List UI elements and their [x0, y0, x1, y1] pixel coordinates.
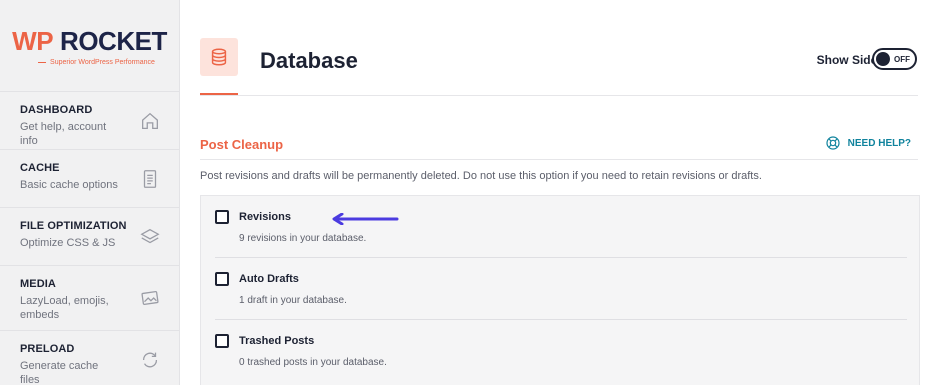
divider	[200, 159, 918, 160]
option-auto-drafts[interactable]: Auto Drafts 1 draft in your database.	[215, 258, 907, 320]
sidebar-item-preload[interactable]: PRELOAD Generate cache files	[0, 331, 179, 385]
logo-tagline: Superior WordPress Performance	[38, 59, 155, 66]
auto-drafts-checkbox[interactable]	[215, 272, 229, 286]
refresh-icon	[139, 349, 161, 371]
option-label: Trashed Posts	[239, 335, 315, 347]
option-description: 0 trashed posts in your database.	[239, 357, 387, 368]
logo[interactable]: WP ROCKET Superior WordPress Performance	[0, 0, 179, 92]
page-header: Database Show Sidebar OFF	[180, 0, 941, 96]
sidebar-item-media[interactable]: MEDIA LazyLoad, emojis, embeds	[0, 266, 179, 331]
option-revisions[interactable]: Revisions 9 revisions in your database.	[215, 196, 907, 258]
sidebar-item-desc: Get help, account info	[20, 121, 107, 147]
database-icon	[200, 38, 238, 76]
option-description: 9 revisions in your database.	[239, 233, 367, 244]
sidebar-item-dashboard[interactable]: DASHBOARD Get help, account info	[0, 92, 179, 150]
option-description: 1 draft in your database.	[239, 295, 347, 306]
need-help-label: NEED HELP?	[847, 137, 911, 149]
show-sidebar-toggle[interactable]: OFF	[872, 48, 917, 70]
logo-wordmark: WP ROCKET	[12, 26, 167, 57]
sidebar-item-file-optimization[interactable]: FILE OPTIMIZATION Optimize CSS & JS	[0, 208, 179, 266]
logo-tagline-text: Superior WordPress Performance	[50, 58, 155, 66]
sidebar-item-desc: Optimize CSS & JS	[20, 237, 116, 249]
option-label: Revisions	[239, 211, 291, 223]
option-trashed-posts[interactable]: Trashed Posts 0 trashed posts in your da…	[215, 320, 907, 382]
sidebar: WP ROCKET Superior WordPress Performance…	[0, 0, 180, 385]
trashed-posts-checkbox[interactable]	[215, 334, 229, 348]
need-help-link[interactable]: NEED HELP?	[825, 135, 911, 151]
home-icon	[139, 110, 161, 132]
logo-wp: WP	[12, 25, 54, 56]
arrow-left-icon	[332, 213, 399, 225]
page-title: Database	[260, 48, 358, 73]
option-label: Auto Drafts	[239, 273, 299, 285]
image-icon	[139, 287, 161, 309]
layers-icon	[139, 226, 161, 248]
logo-rocket: ROCKET	[60, 25, 167, 56]
main-panel: Database Show Sidebar OFF Post Cleanup N…	[180, 0, 941, 385]
sidebar-item-cache[interactable]: CACHE Basic cache options	[0, 150, 179, 208]
options-panel: Revisions 9 revisions in your database. …	[200, 195, 920, 385]
document-icon	[139, 168, 161, 190]
divider	[200, 95, 918, 96]
lifebuoy-icon	[826, 136, 840, 150]
revisions-checkbox[interactable]	[215, 210, 229, 224]
sidebar-item-desc: Generate cache files	[20, 360, 99, 385]
sidebar-item-desc: LazyLoad, emojis, embeds	[20, 295, 109, 321]
sidebar-item-desc: Basic cache options	[20, 179, 118, 191]
toggle-knob	[876, 52, 890, 66]
section-title: Post Cleanup	[200, 137, 284, 152]
section-description: Post revisions and drafts will be perman…	[200, 170, 762, 182]
toggle-state: OFF	[894, 54, 910, 64]
